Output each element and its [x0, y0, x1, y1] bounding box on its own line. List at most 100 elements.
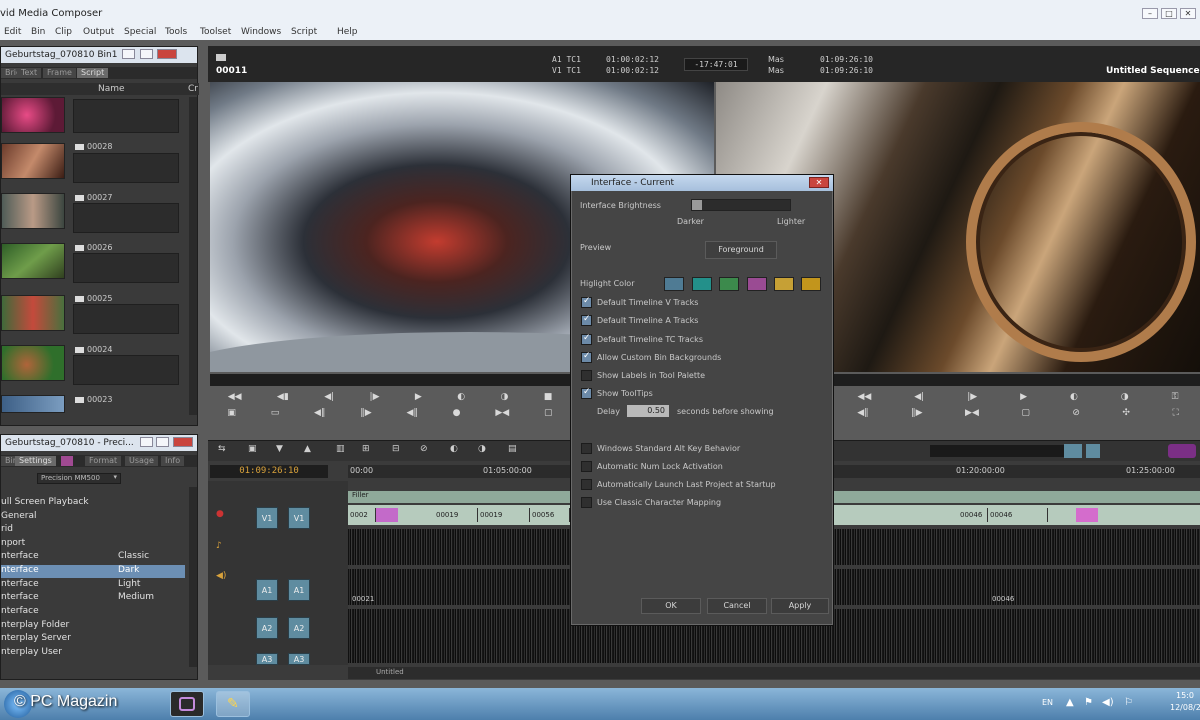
settings-scrollbar[interactable]	[189, 487, 197, 667]
delay-input[interactable]: 0.50	[627, 405, 669, 417]
settings-row[interactable]: ull Screen Playback	[1, 497, 185, 510]
bin-scrollbar[interactable]	[189, 97, 197, 415]
clip-thumbnail[interactable]	[1, 395, 65, 413]
menu-help[interactable]: Help	[337, 27, 358, 37]
foreground-button[interactable]: Foreground	[705, 241, 777, 259]
settings-maximize-button[interactable]	[156, 437, 169, 447]
language-indicator[interactable]: EN	[1042, 698, 1053, 707]
checkbox-custom-bin-backgrounds[interactable]	[581, 351, 592, 363]
trim-icon[interactable]: ▶◀	[965, 408, 979, 418]
mark-out-icon[interactable]: ◑	[478, 444, 486, 454]
clip-thumbnail[interactable]	[1, 193, 65, 229]
play-icon[interactable]: ▶	[1020, 392, 1027, 402]
bin-maximize-button[interactable]	[140, 49, 153, 59]
source-track-v1[interactable]: V1	[256, 507, 278, 529]
add-edit-icon[interactable]: ✣	[1122, 408, 1130, 418]
lock-icon[interactable]: ⚿	[1172, 392, 1179, 402]
settings-row[interactable]: nterface Classic	[1, 551, 185, 564]
settings-row[interactable]: nterplay Server	[1, 633, 185, 646]
checkbox-alt-key-behavior[interactable]	[581, 443, 592, 454]
source-track-a3[interactable]: A3	[256, 653, 278, 665]
tab-format[interactable]: Format	[85, 456, 122, 466]
highlight-swatch[interactable]	[719, 277, 739, 291]
clip-name[interactable]: 00023	[87, 395, 112, 404]
checkbox-classic-char-mapping[interactable]	[581, 497, 592, 508]
ok-button[interactable]: OK	[641, 598, 701, 614]
checkbox-num-lock[interactable]	[581, 461, 592, 472]
step-forward-icon[interactable]: ◑	[1121, 392, 1129, 402]
mark-icon[interactable]: ◐	[450, 444, 458, 454]
clip-thumbnail[interactable]	[1, 243, 65, 279]
clip-script-box[interactable]	[73, 203, 179, 233]
rewind-icon[interactable]: ◀◀	[228, 392, 242, 402]
clip-name[interactable]: 00026	[87, 243, 112, 252]
bin-close-button[interactable]	[157, 49, 177, 59]
down-arrow-icon[interactable]: ▼	[276, 444, 283, 454]
tab-script[interactable]: Script	[77, 68, 109, 78]
clear-marks-icon[interactable]: ●	[453, 408, 461, 418]
clip-thumbnail[interactable]	[1, 295, 65, 331]
overwrite-icon[interactable]: ▭	[271, 408, 280, 418]
settings-row[interactable]: nterplay Folder	[1, 620, 185, 633]
settings-row[interactable]: General	[1, 511, 185, 524]
effect-icon[interactable]	[376, 508, 398, 522]
menu-tools[interactable]: Tools	[165, 27, 187, 37]
brightness-slider[interactable]	[691, 199, 791, 211]
menu-toolset[interactable]: Toolset	[200, 27, 231, 37]
color-tab[interactable]	[61, 456, 73, 466]
stop-icon[interactable]: ■	[544, 392, 553, 402]
highlight-swatch[interactable]	[774, 277, 794, 291]
track-height-icon[interactable]	[1086, 444, 1100, 458]
trim-mode-icon[interactable]: ⇆	[218, 444, 226, 454]
clock-date[interactable]: 12/08/2	[1170, 703, 1200, 712]
checkbox-launch-last-project[interactable]	[581, 479, 592, 490]
clip-script-box[interactable]	[73, 153, 179, 183]
settings-row[interactable]: nterface Light	[1, 579, 185, 592]
clip-thumbnail[interactable]	[1, 143, 65, 179]
match-frame-icon[interactable]: ◀‖	[406, 408, 417, 418]
clip-name[interactable]: 00028	[87, 142, 112, 151]
no-entry-icon[interactable]: ⊘	[420, 444, 428, 454]
mark-clip-icon[interactable]: ◐	[1070, 392, 1078, 402]
record-track-a3[interactable]: A3	[288, 653, 310, 665]
step-forward-icon[interactable]: ◑	[500, 392, 508, 402]
highlight-swatch[interactable]	[747, 277, 767, 291]
mark-out-icon[interactable]: |▶	[967, 392, 977, 402]
audio-icon[interactable]: ♪	[216, 541, 222, 551]
clip-name[interactable]: 00027	[87, 193, 112, 202]
menu-clip[interactable]: Clip	[55, 27, 72, 37]
tab-text[interactable]: Text	[17, 68, 42, 78]
settings-close-button[interactable]	[173, 437, 193, 447]
checkbox-tool-palette-labels[interactable]	[581, 370, 592, 381]
clip-segment[interactable]: 00056	[530, 508, 570, 522]
source-track-a1[interactable]: A1	[256, 579, 278, 601]
extract-icon[interactable]: ‖▶	[360, 408, 371, 418]
menu-bin[interactable]: Bin	[31, 27, 45, 37]
menu-special[interactable]: Special	[124, 27, 156, 37]
clip-segment[interactable]: 00046	[988, 508, 1048, 522]
render-icon[interactable]: ▤	[508, 444, 517, 454]
clip-name[interactable]: 00025	[87, 294, 112, 303]
add-edit-icon[interactable]: ⊞	[362, 444, 370, 454]
highlight-swatch[interactable]	[801, 277, 821, 291]
network-icon[interactable]: ⚑	[1084, 697, 1093, 708]
tab-frame[interactable]: Frame	[43, 68, 76, 78]
settings-row[interactable]: nport	[1, 538, 185, 551]
clock-time[interactable]: 15:0	[1176, 691, 1194, 700]
highlight-swatch[interactable]	[692, 277, 712, 291]
dialog-close-button[interactable]: ✕	[809, 177, 829, 188]
speaker-icon[interactable]: ◀)	[216, 571, 226, 581]
cancel-button[interactable]: Cancel	[707, 598, 767, 614]
clip-segment[interactable]: 0002	[348, 508, 376, 522]
maximize-button[interactable]: □	[1161, 8, 1177, 19]
tab-usage[interactable]: Usage	[125, 456, 158, 466]
tab-info[interactable]: Info	[161, 456, 185, 466]
minimize-button[interactable]: –	[1142, 8, 1158, 19]
flag-icon[interactable]: ⚐	[1124, 697, 1133, 708]
settings-row-selected[interactable]: nterface Dark	[1, 565, 185, 578]
rewind-icon[interactable]: ◀◀	[857, 392, 871, 402]
render-icon[interactable]: ⛶	[1172, 408, 1178, 418]
clip-thumbnail[interactable]	[1, 97, 65, 133]
apply-button[interactable]: Apply	[771, 598, 829, 614]
clip-script-box[interactable]	[73, 355, 179, 385]
